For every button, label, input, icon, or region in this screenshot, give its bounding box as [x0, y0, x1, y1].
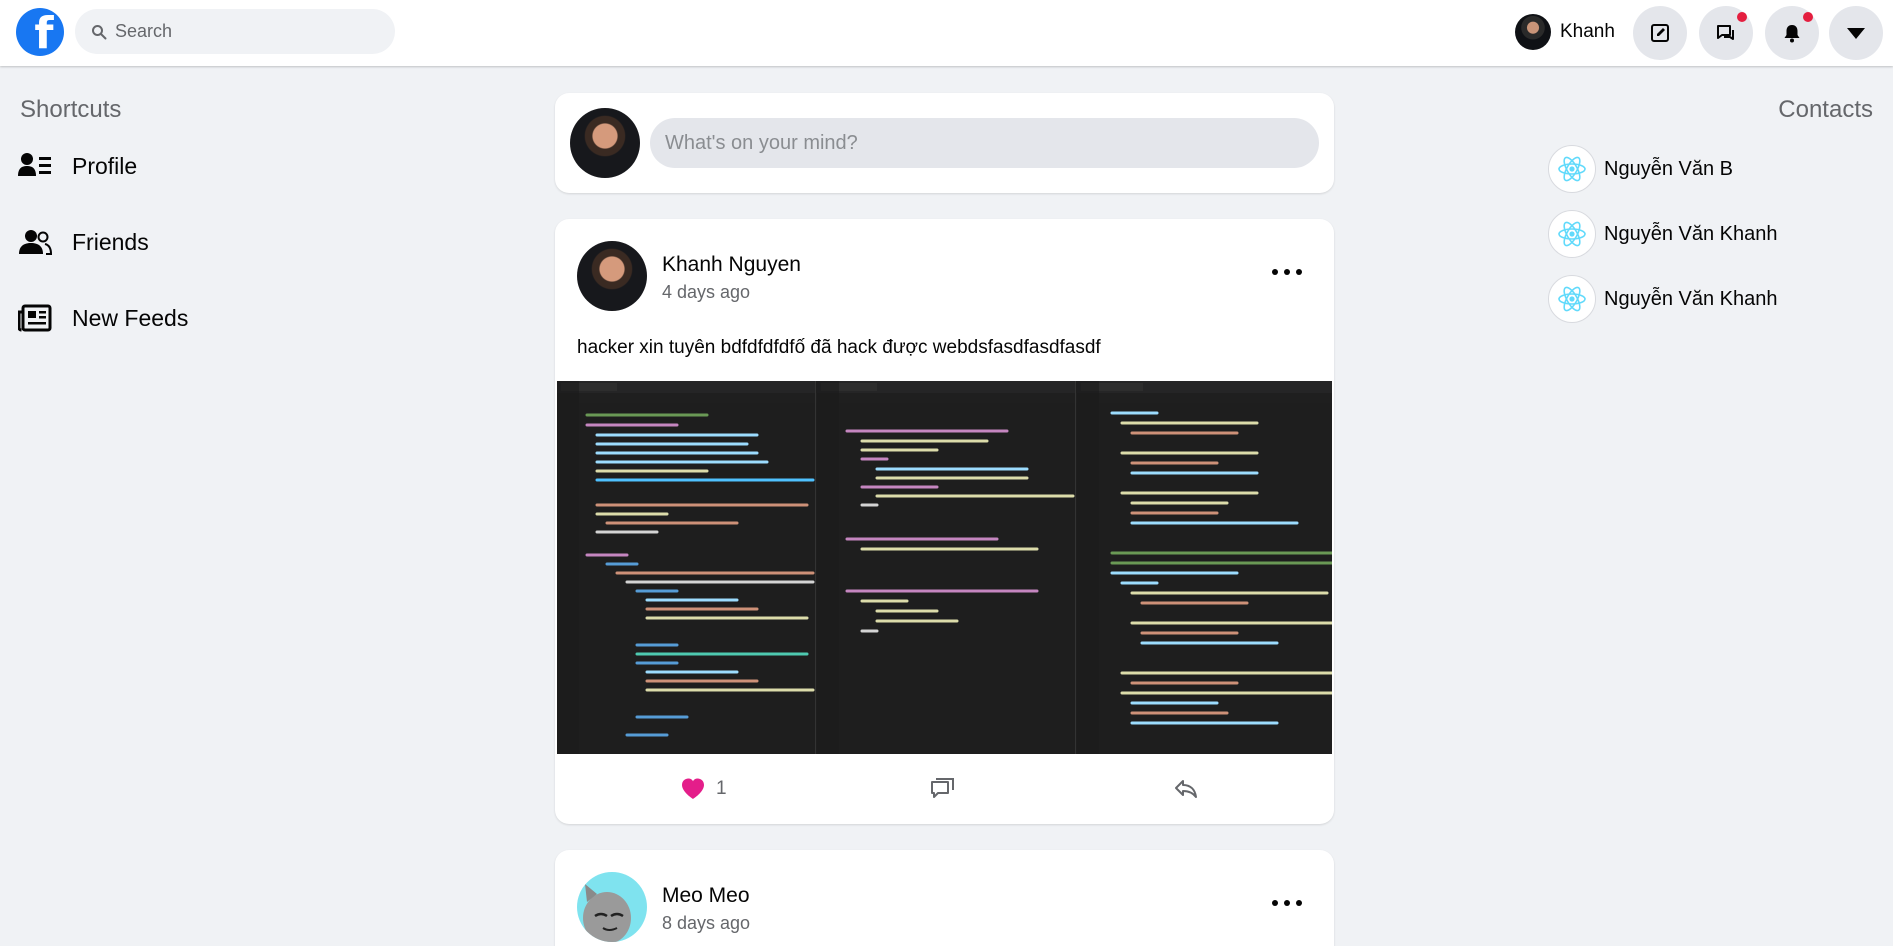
shortcuts-title: Shortcuts	[20, 96, 122, 123]
status-input[interactable]	[650, 118, 1319, 168]
facebook-logo-letter: f	[34, 8, 54, 56]
code-editor-screenshot	[557, 381, 1332, 754]
contact-item[interactable]: Nguyễn Văn Khanh	[1548, 210, 1868, 258]
shortcuts-sidebar: Shortcuts	[20, 96, 121, 124]
more-options-button[interactable]	[1272, 896, 1302, 910]
search-box[interactable]	[75, 9, 395, 54]
sidebar-item-label: Profile	[72, 152, 138, 179]
sidebar-item-friends[interactable]: Friends	[18, 220, 318, 264]
dot-icon	[1272, 269, 1278, 275]
react-logo-icon	[1548, 210, 1596, 258]
notifications-badge	[1803, 12, 1813, 22]
notifications-button[interactable]	[1765, 6, 1819, 60]
contacts-title: Contacts	[1778, 96, 1873, 123]
post-text: hacker xin tuyên bdfdfdfdfố đã hack được…	[577, 337, 1101, 358]
more-options-button[interactable]	[1272, 265, 1302, 279]
newspaper-icon	[18, 304, 52, 332]
profile-list-icon	[18, 153, 51, 176]
like-button[interactable]: 1	[680, 770, 727, 808]
comment-icon	[931, 778, 954, 798]
facebook-logo[interactable]: f	[16, 8, 64, 56]
react-logo-icon	[1548, 145, 1596, 193]
search-icon	[92, 24, 107, 39]
dot-icon	[1296, 900, 1302, 906]
friends-icon	[19, 230, 52, 255]
post-card: Khanh Nguyen 4 days ago hacker xin tuyên…	[555, 219, 1334, 824]
reply-icon	[1175, 780, 1197, 798]
profile-chip[interactable]: Khanh	[1515, 11, 1615, 53]
post-time[interactable]: 8 days ago	[662, 913, 750, 934]
messenger-icon	[1717, 25, 1734, 40]
search-input[interactable]	[115, 21, 365, 42]
edit-icon	[1651, 24, 1669, 42]
sidebar-item-label: New Feeds	[72, 304, 189, 331]
post-composer	[555, 93, 1334, 193]
author-avatar[interactable]	[577, 241, 647, 311]
account-menu-button[interactable]	[1829, 6, 1883, 60]
dot-icon	[1284, 269, 1290, 275]
author-avatar[interactable]	[577, 872, 647, 942]
dot-icon	[1284, 900, 1290, 906]
dot-icon	[1272, 900, 1278, 906]
create-post-button[interactable]	[1633, 6, 1687, 60]
post-time[interactable]: 4 days ago	[662, 282, 750, 303]
contact-name: Nguyễn Văn B	[1604, 157, 1733, 180]
like-count: 1	[716, 778, 727, 799]
post-actions: 1	[555, 754, 1334, 824]
sidebar-item-label: Friends	[72, 228, 149, 255]
heart-icon	[682, 778, 704, 799]
post-image[interactable]	[557, 381, 1332, 754]
top-navigation-bar: f Khanh	[0, 0, 1893, 66]
react-logo-icon	[1548, 275, 1596, 323]
post-author[interactable]: Meo Meo	[662, 884, 750, 908]
post-author[interactable]: Khanh Nguyen	[662, 253, 801, 277]
avatar[interactable]	[570, 108, 640, 178]
contact-item[interactable]: Nguyễn Văn Khanh	[1548, 275, 1868, 323]
messenger-badge	[1737, 12, 1747, 22]
sidebar-item-new-feeds[interactable]: New Feeds	[18, 296, 318, 340]
contact-name: Nguyễn Văn Khanh	[1604, 287, 1778, 310]
share-button[interactable]	[1173, 770, 1199, 808]
caret-down-icon	[1847, 28, 1865, 39]
contact-name: Nguyễn Văn Khanh	[1604, 222, 1778, 245]
dot-icon	[1296, 269, 1302, 275]
bell-icon	[1784, 25, 1800, 43]
cat-avatar-image	[583, 884, 631, 942]
messenger-button[interactable]	[1699, 6, 1753, 60]
user-name: Khanh	[1560, 21, 1615, 42]
sidebar-item-profile[interactable]: Profile	[18, 144, 318, 188]
avatar	[1515, 14, 1551, 50]
contact-item[interactable]: Nguyễn Văn B	[1548, 145, 1868, 193]
comment-button[interactable]	[930, 770, 956, 808]
post-card: Meo Meo 8 days ago	[555, 850, 1334, 946]
